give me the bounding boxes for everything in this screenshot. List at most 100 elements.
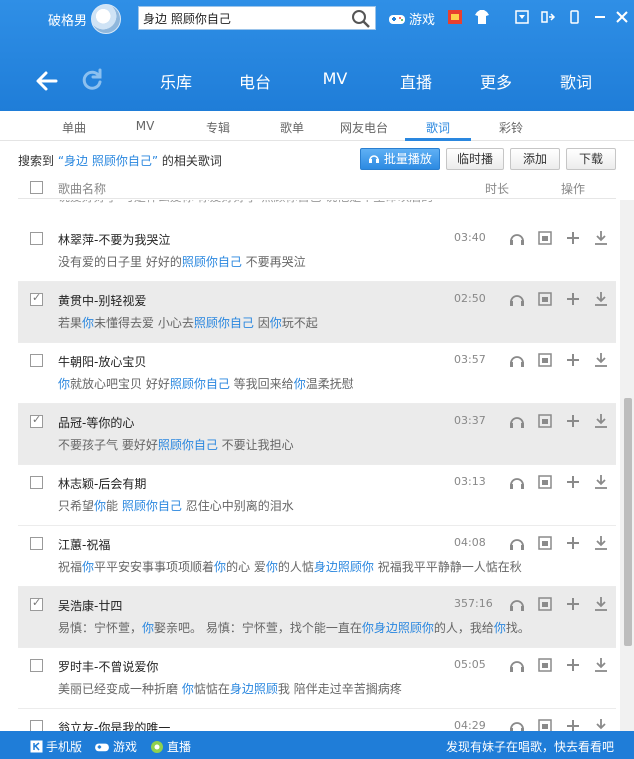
- mv-icon[interactable]: [536, 534, 554, 552]
- scrollbar-thumb[interactable]: [624, 398, 632, 646]
- tab-playlists[interactable]: 歌单: [262, 119, 322, 136]
- row-checkbox[interactable]: [30, 596, 43, 611]
- mv-icon[interactable]: [536, 595, 554, 613]
- table-row[interactable]: 品冠-等你的心不要孩子气 要好好照顾你自己 不要让我担心 03:37: [18, 404, 616, 465]
- game-link[interactable]: 游戏: [388, 9, 435, 28]
- temp-play-button[interactable]: 临时播: [446, 148, 504, 170]
- tab-user-radio[interactable]: 网友电台: [334, 119, 394, 136]
- tab-mv[interactable]: MV: [115, 119, 175, 133]
- listen-icon[interactable]: [508, 351, 526, 369]
- add-icon[interactable]: [564, 290, 582, 308]
- mv-icon[interactable]: [536, 412, 554, 430]
- listen-icon[interactable]: [508, 717, 526, 731]
- nav-mv[interactable]: MV: [305, 69, 365, 88]
- tab-ringtones[interactable]: 彩铃: [481, 119, 541, 136]
- download-icon[interactable]: [592, 290, 610, 308]
- mv-icon[interactable]: [536, 473, 554, 491]
- download-icon[interactable]: [592, 351, 610, 369]
- tab-lyrics[interactable]: 歌词: [408, 119, 468, 136]
- row-checkbox[interactable]: [30, 291, 43, 306]
- song-title[interactable]: 牛朝阳-放心宝贝: [58, 353, 146, 370]
- back-arrow-icon[interactable]: [34, 68, 60, 94]
- nav-library[interactable]: 乐库: [146, 69, 206, 93]
- mobile-icon[interactable]: [566, 9, 582, 25]
- menu-icon[interactable]: [514, 9, 530, 25]
- row-checkbox[interactable]: [30, 413, 43, 428]
- add-icon[interactable]: [564, 656, 582, 674]
- song-title[interactable]: 黄贯中-别轻视爱: [58, 292, 146, 309]
- download-icon[interactable]: [592, 473, 610, 491]
- listen-icon[interactable]: [508, 534, 526, 552]
- add-icon[interactable]: [564, 595, 582, 613]
- song-title[interactable]: 品冠-等你的心: [58, 414, 134, 431]
- listen-icon[interactable]: [508, 656, 526, 674]
- song-title[interactable]: 吴浩康-廿四: [58, 597, 122, 614]
- scrollbar[interactable]: [620, 200, 634, 731]
- row-checkbox[interactable]: [30, 476, 43, 489]
- download-icon[interactable]: [592, 717, 610, 731]
- row-checkbox[interactable]: [30, 537, 43, 550]
- row-checkbox[interactable]: [30, 354, 43, 367]
- download-icon[interactable]: [592, 656, 610, 674]
- tab-songs[interactable]: 单曲: [44, 119, 104, 136]
- row-checkbox[interactable]: [30, 659, 43, 672]
- table-row[interactable]: 牛朝阳-放心宝贝 你就放心吧宝贝 好好照顾你自己 等我回来给你温柔抚慰 03:57: [18, 343, 616, 404]
- row-checkbox[interactable]: [30, 720, 43, 731]
- select-all-checkbox[interactable]: [30, 181, 43, 194]
- mv-icon[interactable]: [536, 717, 554, 731]
- batch-play-button[interactable]: 批量播放: [360, 148, 440, 170]
- gift-icon[interactable]: [447, 9, 463, 25]
- table-row[interactable]: 翁立友-你是我的唯一 04:29: [18, 709, 616, 731]
- add-icon[interactable]: [564, 229, 582, 247]
- download-icon[interactable]: [592, 412, 610, 430]
- search-icon[interactable]: [351, 9, 371, 29]
- mini-mode-icon[interactable]: [540, 9, 556, 25]
- mv-icon[interactable]: [536, 290, 554, 308]
- add-icon[interactable]: [564, 351, 582, 369]
- listen-icon[interactable]: [508, 290, 526, 308]
- listen-icon[interactable]: [508, 229, 526, 247]
- mobile-version-link[interactable]: 手机版: [30, 738, 82, 755]
- listen-icon[interactable]: [508, 473, 526, 491]
- song-title[interactable]: 林志颖-后会有期: [58, 475, 146, 492]
- listen-icon[interactable]: [508, 595, 526, 613]
- nav-lyrics[interactable]: 歌词: [546, 69, 606, 93]
- song-title[interactable]: 林翠萍-不要为我哭泣: [58, 231, 170, 248]
- download-icon[interactable]: [592, 534, 610, 552]
- add-icon[interactable]: [564, 473, 582, 491]
- tab-albums[interactable]: 专辑: [188, 119, 248, 136]
- close-icon[interactable]: [614, 9, 630, 25]
- song-title[interactable]: 江蕙-祝福: [58, 536, 110, 553]
- bottom-live-link[interactable]: 直播: [150, 738, 191, 755]
- mv-icon[interactable]: [536, 351, 554, 369]
- search-input[interactable]: [143, 10, 343, 27]
- download-icon[interactable]: [592, 229, 610, 247]
- table-row[interactable]: 江蕙-祝福 祝福你平平安安事事项项顺着你的心 爱你的人惦身边照顾你 祝福我平平静静…: [18, 526, 616, 587]
- refresh-icon[interactable]: [80, 68, 104, 92]
- add-icon[interactable]: [564, 412, 582, 430]
- minimize-icon[interactable]: [592, 9, 608, 25]
- song-title[interactable]: 翁立友-你是我的唯一: [58, 719, 170, 731]
- download-button[interactable]: 下载: [566, 148, 616, 170]
- bottom-game-link[interactable]: 游戏: [94, 738, 137, 755]
- nav-radio[interactable]: 电台: [225, 69, 285, 93]
- listen-icon[interactable]: [508, 412, 526, 430]
- avatar[interactable]: [91, 4, 121, 34]
- promo-link[interactable]: 发现有妹子在唱歌，快去看看吧: [446, 738, 614, 755]
- nav-live[interactable]: 直播: [386, 69, 446, 93]
- table-row[interactable]: 吴浩康-廿四易慎：宁怀萱，你娶亲吧。 易慎：宁怀萱，找个能一直在你身边照顾你的人…: [18, 587, 616, 648]
- nav-more[interactable]: 更多: [466, 69, 526, 93]
- username[interactable]: 破格男: [48, 10, 87, 29]
- add-icon[interactable]: [564, 534, 582, 552]
- table-row[interactable]: 罗时丰-不曾说爱你 美丽已经变成一种折磨 你惦惦在身边照顾我 陪伴走过辛苦搁病疼 0…: [18, 648, 616, 709]
- song-title[interactable]: 罗时丰-不曾说爱你: [58, 658, 158, 675]
- table-row[interactable]: 林翠萍-不要为我哭泣 没有爱的日子里 好好的照顾你自己 不要再哭泣 03:40: [18, 221, 616, 282]
- mv-icon[interactable]: [536, 229, 554, 247]
- table-row[interactable]: 黄贯中-别轻视爱若果你未懂得去爱 小心去照顾你自己 因你玩不起02:50: [18, 282, 616, 343]
- download-icon[interactable]: [592, 595, 610, 613]
- table-row[interactable]: 林志颖-后会有期 只希望你能 照顾你自己 忍住心中别离的泪水 03:13: [18, 465, 616, 526]
- add-icon[interactable]: [564, 717, 582, 731]
- mv-icon[interactable]: [536, 656, 554, 674]
- row-checkbox[interactable]: [30, 232, 43, 245]
- skin-icon[interactable]: [474, 9, 490, 25]
